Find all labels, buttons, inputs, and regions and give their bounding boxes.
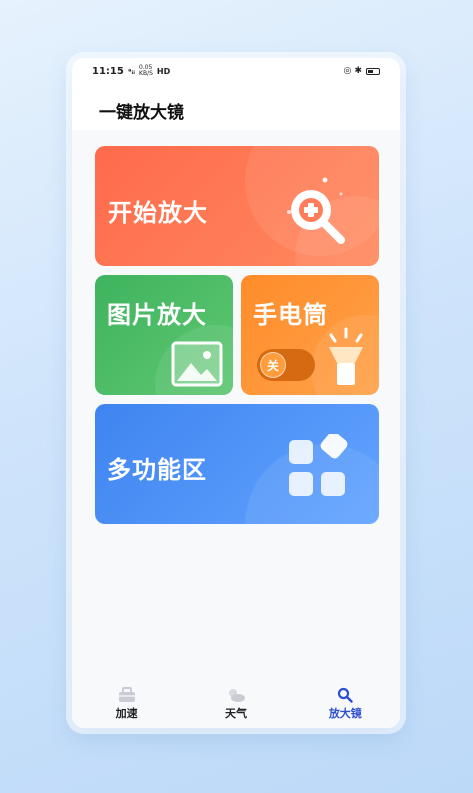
page-title: 一键放大镜 — [99, 103, 184, 123]
phone-screen: 11:15 ᵃᵢᵢ 0.05 KB/S HD ◎ ✱ 一键放大镜 开始放大 图片… — [72, 58, 400, 728]
multi-function-label: 多功能区 — [107, 456, 207, 484]
tab-magnifier[interactable]: 放大镜 — [291, 680, 400, 728]
start-zoom-label: 开始放大 — [108, 199, 208, 227]
weather-icon — [228, 689, 245, 702]
magnifier-plus-icon — [287, 177, 345, 244]
signal-icon: ᵃᵢᵢ — [127, 66, 136, 76]
flashlight-card[interactable]: 手电筒 关 — [241, 275, 379, 395]
tab-weather-label: 天气 — [224, 707, 247, 720]
picture-zoom-label: 图片放大 — [107, 301, 207, 329]
tab-weather[interactable]: 天气 — [181, 680, 290, 728]
picture-zoom-card[interactable]: 图片放大 — [95, 275, 233, 395]
start-zoom-card[interactable]: 开始放大 — [95, 146, 379, 266]
network-speed-unit: KB/S — [139, 70, 153, 77]
magnifier-icon — [338, 687, 354, 703]
battery-icon — [366, 67, 380, 75]
tab-accelerate[interactable]: 加速 — [72, 680, 181, 728]
flashlight-toggle[interactable]: 关 — [257, 349, 315, 381]
image-icon — [171, 341, 223, 387]
flashlight-label: 手电筒 — [253, 301, 328, 329]
apps-grid-icon — [289, 434, 348, 496]
tab-accelerate-label: 加速 — [115, 707, 138, 720]
tab-magnifier-label: 放大镜 — [328, 707, 362, 720]
flashlight-toggle-label: 关 — [260, 352, 286, 378]
multi-function-card[interactable]: 多功能区 — [95, 404, 379, 524]
flashlight-icon — [329, 327, 363, 385]
bottom-tab-bar: 加速 天气 放大镜 — [72, 680, 400, 728]
hd-icon: HD — [156, 66, 171, 76]
status-icons: ◎ ✱ — [343, 66, 362, 76]
accelerate-icon — [118, 687, 135, 702]
status-bar: 11:15 ᵃᵢᵢ 0.05 KB/S HD ◎ ✱ — [72, 58, 400, 84]
status-time: 11:15 — [92, 65, 124, 77]
